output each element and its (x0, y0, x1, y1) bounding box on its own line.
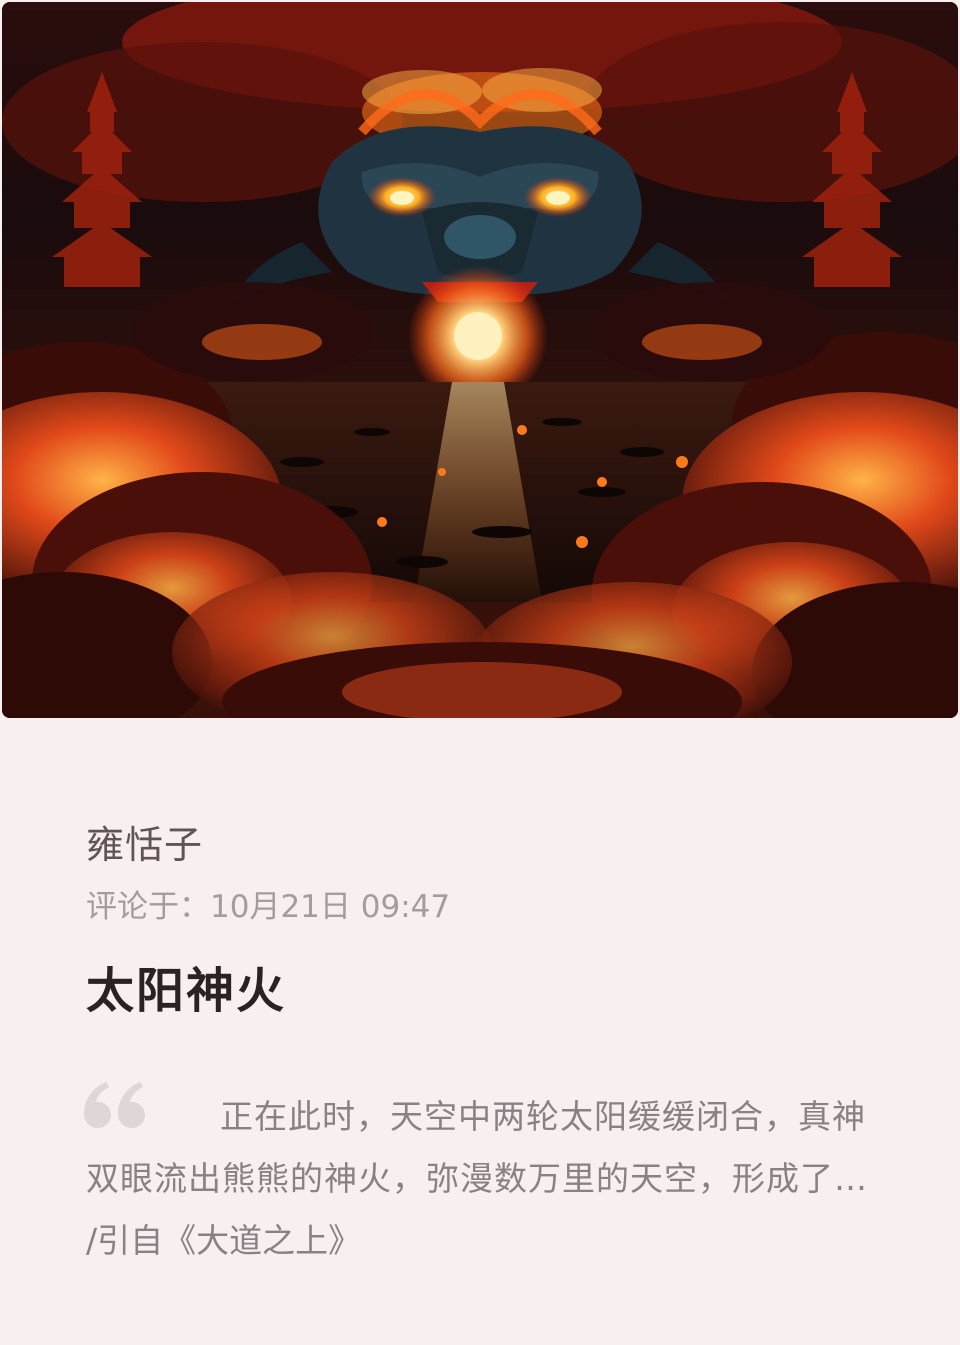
author-name[interactable]: 雍恬子 (86, 820, 203, 870)
source-citation[interactable]: /引自《大道之上》 (86, 1216, 361, 1266)
dragon-fire-illustration (2, 2, 958, 718)
hero-image[interactable] (2, 2, 958, 718)
comment-timestamp: 评论于：10月21日 09:47 (86, 889, 451, 925)
post-title[interactable]: 太阳神火 (86, 958, 286, 1024)
comment-card[interactable]: 雍恬子 评论于：10月21日 09:47 太阳神火 正在此时，天空中两轮太阳缓缓… (0, 0, 960, 1345)
excerpt-text[interactable]: 正在此时，天空中两轮太阳缓缓闭合，真神双眼流出熊熊的神火，弥漫数万里的天空，形成… (86, 1086, 876, 1212)
